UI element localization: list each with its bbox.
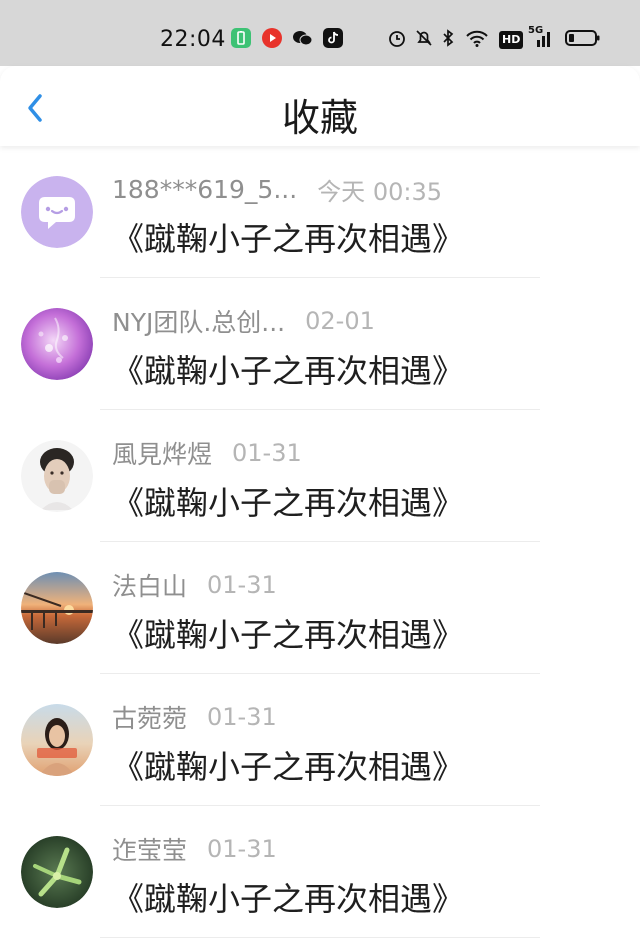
timestamp: 01-31: [207, 703, 277, 731]
nav-header: 收藏: [0, 66, 640, 146]
alarm-icon: [387, 28, 407, 48]
item-title: 《蹴鞠小子之再次相遇》: [112, 748, 465, 786]
item-title: 《蹴鞠小子之再次相遇》: [112, 616, 465, 654]
list-item[interactable]: 風見烨煜 01-31 《蹴鞠小子之再次相遇》: [0, 410, 640, 542]
wechat-icon: [292, 28, 313, 48]
user-name: NYJ团队.总创...: [112, 308, 286, 337]
hd-icon: HD: [499, 28, 524, 49]
timestamp: 01-31: [207, 835, 277, 863]
green-plant-avatar: [21, 836, 93, 908]
tiktok-icon: [323, 28, 343, 48]
favorites-list: 188***619_5... 今天 00:35 《蹴鞠小子之再次相遇》 NYJ团…: [0, 146, 640, 938]
girl-photo-avatar: [21, 704, 93, 776]
user-name: 風見烨煜: [112, 440, 213, 469]
list-item[interactable]: 古菀菀 01-31 《蹴鞠小子之再次相遇》: [0, 674, 640, 806]
item-title: 《蹴鞠小子之再次相遇》: [112, 880, 465, 918]
status-bar: 22:04 HD 5G: [0, 0, 640, 66]
timestamp: 今天 00:35: [317, 177, 442, 206]
wifi-icon: [465, 28, 489, 48]
mute-icon: [414, 28, 434, 48]
list-item[interactable]: 188***619_5... 今天 00:35 《蹴鞠小子之再次相遇》: [0, 146, 640, 278]
pier-sunset-avatar: [21, 572, 93, 644]
list-item[interactable]: 迮莹莹 01-31 《蹴鞠小子之再次相遇》: [0, 806, 640, 938]
item-title: 《蹴鞠小子之再次相遇》: [112, 484, 465, 522]
portrait-avatar: [21, 440, 93, 512]
bluetooth-icon: [441, 28, 455, 48]
divider: [100, 937, 540, 938]
timestamp: 01-31: [232, 439, 302, 467]
video-app-icon: [262, 28, 282, 48]
user-name: 古菀菀: [112, 704, 188, 733]
list-item[interactable]: 法白山 01-31 《蹴鞠小子之再次相遇》: [0, 542, 640, 674]
purple-photo-avatar: [21, 308, 93, 380]
item-title: 《蹴鞠小子之再次相遇》: [112, 220, 465, 258]
item-title: 《蹴鞠小子之再次相遇》: [112, 352, 465, 390]
timestamp: 02-01: [305, 307, 375, 335]
page-title: 收藏: [281, 96, 358, 140]
default-chat-avatar: [21, 176, 93, 248]
user-name: 188***619_5...: [112, 174, 298, 204]
user-name: 迮莹莹: [112, 836, 188, 865]
battery-saver-icon: [231, 28, 251, 48]
timestamp: 01-31: [207, 571, 277, 599]
hd-label: HD: [499, 31, 524, 49]
battery-icon: [565, 28, 601, 48]
list-item[interactable]: NYJ团队.总创... 02-01 《蹴鞠小子之再次相遇》: [0, 278, 640, 410]
status-time: 22:04: [160, 27, 226, 52]
user-name: 法白山: [112, 572, 188, 601]
